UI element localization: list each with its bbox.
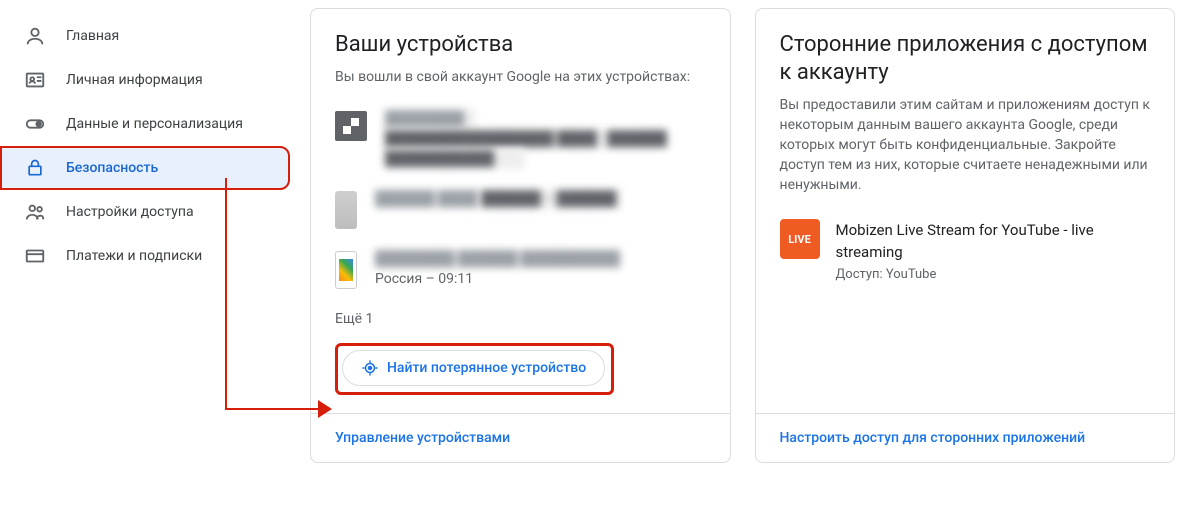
- lock-icon: [24, 158, 46, 178]
- card-icon: [24, 245, 46, 267]
- people-icon: [24, 201, 46, 223]
- windows-icon: [335, 111, 367, 141]
- toggle-icon: [24, 113, 46, 135]
- app-icon: LIVE: [780, 219, 820, 259]
- device-name: ████████ ██████ ██████████: [375, 249, 620, 269]
- app-access: Доступ: YouTube: [836, 267, 1151, 282]
- nav-label: Главная: [66, 28, 119, 44]
- app-name: Mobizen Live Stream for YouTube - live s…: [836, 219, 1151, 263]
- phone-icon: [335, 251, 357, 289]
- find-device-button[interactable]: Найти потерянное устройство: [342, 350, 605, 386]
- id-card-icon: [24, 69, 46, 91]
- nav-label: Безопасность: [66, 160, 158, 176]
- annotation-arrow-head: [318, 400, 332, 418]
- devices-title: Ваши устройства: [335, 31, 706, 59]
- target-icon: [361, 359, 379, 377]
- nav-label: Личная информация: [66, 72, 203, 88]
- nav-label: Платежи и подписки: [66, 248, 202, 264]
- nav-label: Настройки доступа: [66, 204, 194, 220]
- manage-devices-link[interactable]: Управление устройствами: [311, 413, 730, 462]
- app-row[interactable]: LIVE Mobizen Live Stream for YouTube - l…: [780, 207, 1151, 282]
- home-icon: [24, 25, 46, 47]
- manage-apps-link[interactable]: Настроить доступ для сторонних приложени…: [756, 413, 1175, 462]
- annotation-arrow: [225, 178, 227, 410]
- device-name: ████████: [385, 109, 475, 129]
- phone-icon: [335, 191, 357, 229]
- find-device-label: Найти потерянное устройство: [387, 360, 586, 376]
- device-meta: Россия – 09:11: [375, 269, 620, 289]
- devices-card: Ваши устройства Вы вошли в свой аккаунт …: [310, 8, 731, 463]
- device-row[interactable]: ████████ ██████ ██████████ Россия – 09:1…: [335, 239, 706, 299]
- device-name: ██████ ████: [375, 189, 478, 209]
- device-meta: ██████ – ██████: [481, 189, 621, 209]
- nav-item-security[interactable]: Безопасность: [0, 146, 290, 190]
- apps-card: Сторонние приложения с доступом к аккаун…: [755, 8, 1176, 463]
- device-row[interactable]: ████████ █████████████████ ████ · ██████…: [335, 99, 706, 179]
- nav-item-home[interactable]: Главная: [0, 14, 290, 58]
- nav-item-payments[interactable]: Платежи и подписки: [0, 234, 290, 278]
- nav-item-sharing[interactable]: Настройки доступа: [0, 190, 290, 234]
- cards-area: Ваши устройства Вы вошли в свой аккаунт …: [310, 8, 1175, 463]
- device-meta: █████████████████ ████ · ██████: [385, 129, 667, 149]
- device-meta: ███████████: [385, 149, 525, 169]
- device-row[interactable]: ██████ ████ ██████ – ██████: [335, 179, 706, 239]
- more-devices[interactable]: Ещё 1: [335, 311, 706, 327]
- nav-item-personal[interactable]: Личная информация: [0, 58, 290, 102]
- annotation-arrow: [225, 408, 321, 410]
- apps-desc: Вы предоставили этим сайтам и приложения…: [780, 95, 1151, 195]
- apps-title: Сторонние приложения с доступом к аккаун…: [780, 31, 1151, 87]
- nav-item-data[interactable]: Данные и персонализация: [0, 102, 290, 146]
- sidebar: Главная Личная информация Данные и персо…: [0, 8, 290, 463]
- nav-label: Данные и персонализация: [66, 116, 243, 132]
- devices-desc: Вы вошли в свой аккаунт Google на этих у…: [335, 67, 706, 87]
